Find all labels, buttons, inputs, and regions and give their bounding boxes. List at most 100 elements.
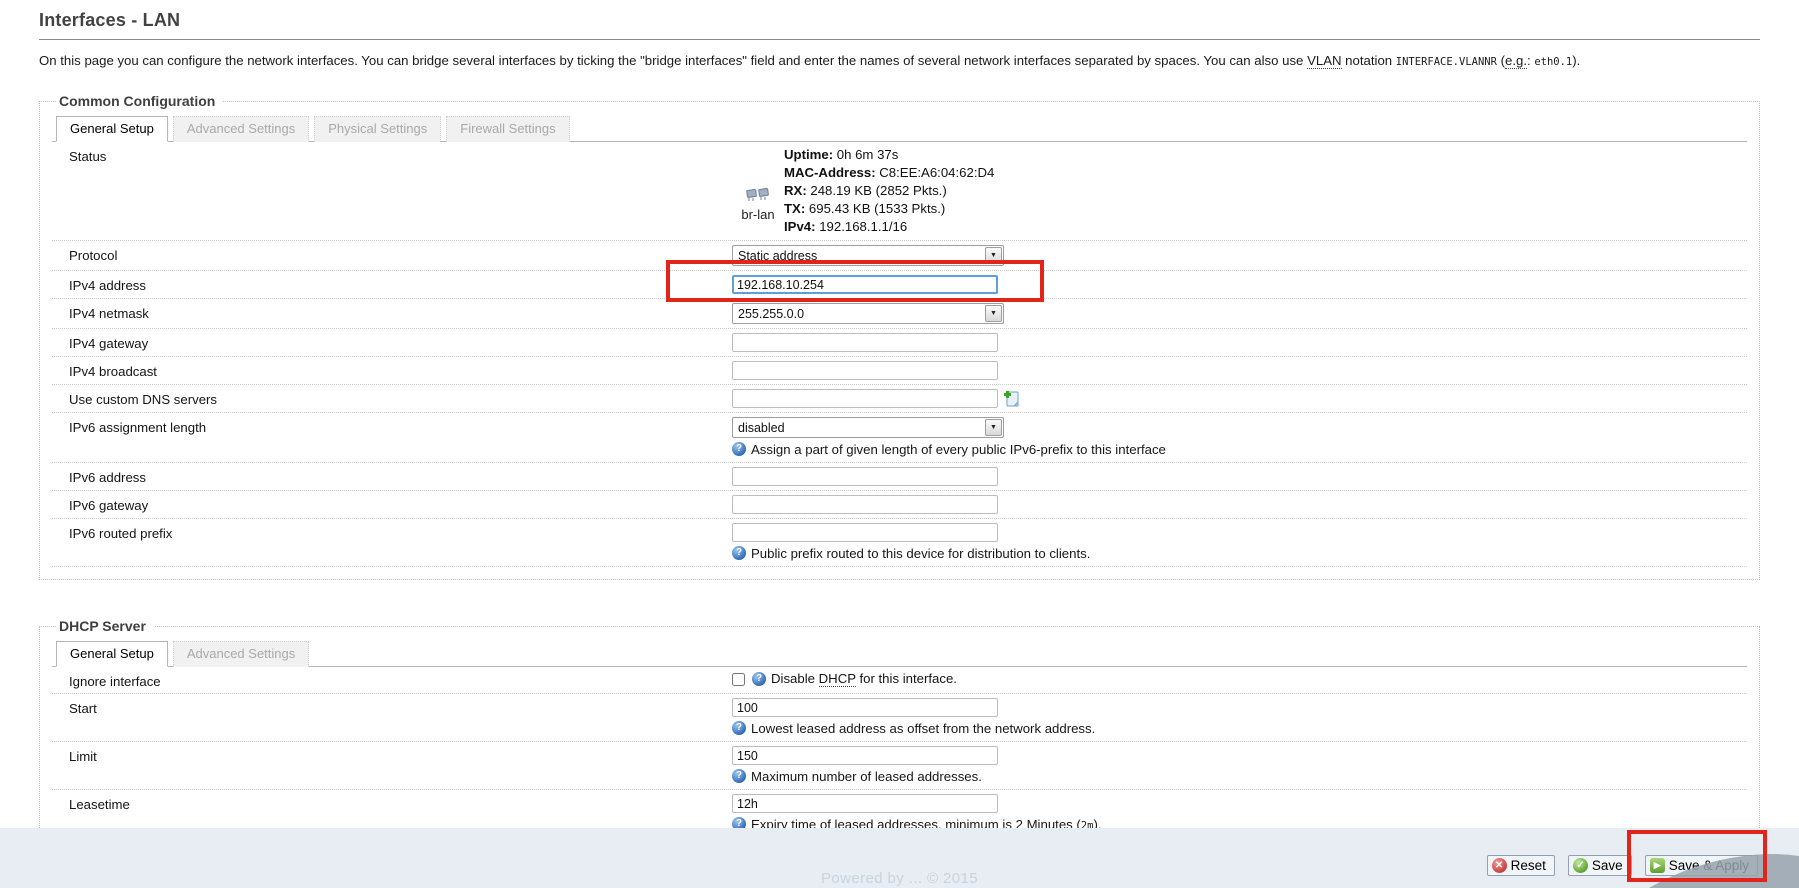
help-icon: ?: [732, 769, 746, 783]
tab-general-setup[interactable]: General Setup: [56, 116, 168, 142]
row-dhcp-start: Start ? Lowest leased address as offset …: [52, 694, 1747, 742]
ipv6-address-label: IPv6 address: [69, 467, 732, 485]
device-block: br-lan: [732, 161, 784, 222]
add-dns-entry-icon[interactable]: [1003, 390, 1020, 407]
ipv6-assignment-length-label: IPv6 assignment length: [69, 417, 732, 435]
row-ipv4-gateway: IPv4 gateway: [52, 329, 1747, 357]
description-text: ).: [1572, 53, 1580, 68]
status-uptime: Uptime: 0h 6m 37s: [784, 146, 994, 164]
chevron-down-icon: ▼: [985, 305, 1002, 322]
reset-button[interactable]: ✕ Reset: [1487, 855, 1555, 876]
ipv6-routed-prefix-label: IPv6 routed prefix: [69, 523, 732, 541]
dhcp-limit-label: Limit: [69, 746, 732, 764]
dhcp-start-input[interactable]: [732, 698, 998, 717]
ipv4-address-input[interactable]: [732, 275, 998, 294]
tx-label: TX:: [784, 201, 805, 216]
status-field: br-lan Uptime: 0h 6m 37s MAC-Address: C8…: [732, 146, 1747, 236]
custom-dns-label: Use custom DNS servers: [69, 389, 732, 407]
common-configuration-section: Common Configuration General Setup Advan…: [39, 93, 1760, 580]
ipv4-netmask-select[interactable]: 255.255.0.0 ▼: [732, 303, 1004, 324]
ipv4-broadcast-label: IPv4 broadcast: [69, 361, 732, 379]
ignore-interface-label: Ignore interface: [69, 671, 732, 689]
ipv4-gateway-input[interactable]: [732, 333, 998, 352]
common-configuration-legend: Common Configuration: [56, 93, 223, 109]
status-rx: RX: 248.19 KB (2852 Pkts.): [784, 182, 994, 200]
tx-value: 695.43 KB (1533 Pkts.): [805, 201, 945, 216]
ipv6-assignment-help: ? Assign a part of given length of every…: [732, 442, 1747, 458]
protocol-label: Protocol: [69, 245, 732, 263]
custom-dns-input[interactable]: [732, 389, 998, 408]
chevron-down-icon: ▼: [985, 419, 1002, 436]
ipv4-value: 192.168.1.1/16: [816, 219, 908, 234]
protocol-select[interactable]: Static address ▼: [732, 245, 1004, 266]
ignore-help-post: for this interface.: [856, 671, 957, 686]
reset-button-label: Reset: [1511, 858, 1546, 873]
dhcp-leasetime-input[interactable]: [732, 794, 998, 813]
ipv4-netmask-label: IPv4 netmask: [69, 303, 732, 321]
ipv4-address-label: IPv4 address: [69, 275, 732, 293]
tab-physical-settings[interactable]: Physical Settings: [314, 116, 441, 142]
ignore-interface-checkbox[interactable]: [732, 673, 745, 686]
save-check-icon: ✓: [1573, 858, 1588, 873]
dhcp-limit-input[interactable]: [732, 746, 998, 765]
ignore-help-pre: Disable: [771, 671, 819, 686]
row-ipv4-address: IPv4 address: [52, 271, 1747, 299]
page-title: Interfaces - LAN: [39, 6, 1760, 40]
ipv4-gateway-label: IPv4 gateway: [69, 333, 732, 351]
mac-label: MAC-Address:: [784, 165, 876, 180]
row-ipv6-assignment-length: IPv6 assignment length disabled ▼ ? Assi…: [52, 413, 1747, 463]
eg-abbr: e.g.: [1505, 53, 1527, 69]
ipv6-address-input[interactable]: [732, 467, 998, 486]
ipv4-broadcast-input[interactable]: [732, 361, 998, 380]
ipv6-routed-prefix-help: ? Public prefix routed to this device fo…: [732, 546, 1747, 562]
row-status: Status br-lan: [52, 142, 1747, 241]
dhcp-limit-help: ? Maximum number of leased addresses.: [732, 769, 1747, 785]
ipv4-label: IPv4:: [784, 219, 816, 234]
ignore-interface-help-text: Disable DHCP for this interface.: [771, 671, 957, 686]
row-ipv4-broadcast: IPv4 broadcast: [52, 357, 1747, 385]
uptime-value: 0h 6m 37s: [833, 147, 898, 162]
save-button[interactable]: ✓ Save: [1568, 855, 1632, 876]
help-icon: ?: [732, 546, 746, 560]
protocol-select-value: Static address: [733, 249, 985, 263]
status-tx: TX: 695.43 KB (1533 Pkts.): [784, 200, 994, 218]
row-ipv4-netmask: IPv4 netmask 255.255.0.0 ▼: [52, 299, 1747, 329]
ipv6-gateway-input[interactable]: [732, 495, 998, 514]
dhcp-abbr: DHCP: [819, 671, 856, 687]
tab-dhcp-general-setup[interactable]: General Setup: [56, 641, 168, 667]
dhcp-start-label: Start: [69, 698, 732, 716]
common-config-tabbar: General Setup Advanced Settings Physical…: [52, 115, 1747, 142]
ipv6-routed-prefix-input[interactable]: [732, 523, 998, 542]
description-text: On this page you can configure the netwo…: [39, 53, 1307, 68]
ipv6-assignment-length-select[interactable]: disabled ▼: [732, 417, 1004, 438]
row-protocol: Protocol Static address ▼: [52, 241, 1747, 271]
row-dhcp-limit: Limit ? Maximum number of leased address…: [52, 742, 1747, 790]
bottom-band: Powered by ... © 2015 ✕ Reset ✓ Save ▶ S…: [0, 828, 1799, 888]
save-button-label: Save: [1592, 858, 1623, 873]
page-description: On this page you can configure the netwo…: [39, 51, 1760, 72]
tab-firewall-settings[interactable]: Firewall Settings: [446, 116, 569, 142]
tab-dhcp-advanced-settings[interactable]: Advanced Settings: [173, 641, 309, 667]
status-mac: MAC-Address: C8:EE:A6:04:62:D4: [784, 164, 994, 182]
luci-interfaces-lan-page: Interfaces - LAN On this page you can co…: [0, 0, 1799, 888]
rx-label: RX:: [784, 183, 807, 198]
dhcp-limit-help-text: Maximum number of leased addresses.: [751, 769, 982, 785]
ipv4-netmask-select-value: 255.255.0.0: [733, 307, 985, 321]
status-details: Uptime: 0h 6m 37s MAC-Address: C8:EE:A6:…: [784, 146, 994, 236]
description-text: (: [1497, 53, 1505, 68]
help-icon: ?: [732, 442, 746, 456]
chevron-down-icon: ▼: [985, 247, 1002, 264]
status-ipv4: IPv4: 192.168.1.1/16: [784, 218, 994, 236]
eth01-code: eth0.1: [1534, 56, 1572, 68]
dhcp-tabbar: General Setup Advanced Settings: [52, 640, 1747, 667]
help-icon: ?: [732, 721, 746, 735]
uptime-label: Uptime:: [784, 147, 833, 162]
tab-advanced-settings[interactable]: Advanced Settings: [173, 116, 309, 142]
ipv6-gateway-label: IPv6 gateway: [69, 495, 732, 513]
bridge-interface-icon: [745, 187, 771, 202]
help-icon: ?: [752, 672, 766, 686]
reset-icon: ✕: [1492, 858, 1507, 873]
mac-value: C8:EE:A6:04:62:D4: [876, 165, 995, 180]
dhcp-leasetime-label: Leasetime: [69, 794, 732, 812]
row-ipv6-address: IPv6 address: [52, 463, 1747, 491]
